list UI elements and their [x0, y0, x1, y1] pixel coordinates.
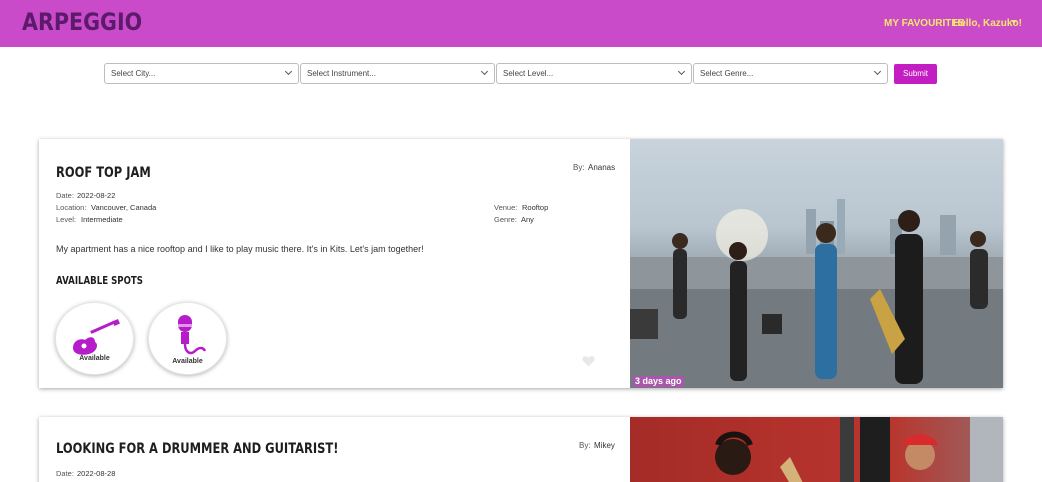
caret-down-icon[interactable] [1011, 20, 1017, 24]
level-label: Level: [56, 215, 77, 224]
microphone-icon [177, 315, 207, 355]
date-label: Date: [56, 191, 74, 200]
instrument-select[interactable]: Select Instrument... [300, 63, 495, 84]
spot-guitar[interactable]: Available [55, 302, 134, 375]
top-navbar: ARPEGGIO MY FAVOURITES Hello, Kazuko! [0, 0, 1042, 47]
location-value: Vancouver, Canada [91, 203, 157, 212]
guitar-icon [73, 318, 120, 355]
date-value: 2022-08-28 [77, 469, 116, 478]
venue-value: Rooftop [522, 203, 549, 212]
listing-photo: 3 days ago [630, 139, 1003, 388]
submit-button[interactable]: Submit [894, 64, 937, 84]
level-select-placeholder: Select Level... [503, 69, 554, 78]
heart-icon[interactable] [582, 355, 595, 367]
date-value: 2022-08-22 [77, 191, 116, 200]
level-select[interactable]: Select Level... [496, 63, 692, 84]
chevron-down-icon [677, 67, 686, 76]
listing-card[interactable]: LOOKING FOR A DRUMMER AND GUITARIST! By:… [39, 417, 1003, 482]
spot-status: Available [79, 355, 110, 362]
rooftop-band-illustration [630, 199, 1003, 388]
location-label: Location: [56, 203, 87, 212]
drummer-guitarist-illustration [630, 417, 1003, 482]
listing-author[interactable]: Mikey [594, 441, 615, 450]
listing-title[interactable]: ROOF TOP JAM [56, 165, 151, 181]
chevron-down-icon [873, 67, 882, 76]
chevron-down-icon [480, 67, 489, 76]
spot-status: Available [172, 358, 203, 365]
genre-value: Any [521, 215, 534, 224]
genre-select-placeholder: Select Genre... [700, 69, 754, 78]
posted-time-badge: 3 days ago [633, 376, 684, 387]
venue-label: Venue: [494, 203, 518, 212]
chevron-down-icon [284, 67, 293, 76]
instrument-select-placeholder: Select Instrument... [307, 69, 376, 78]
by-label: By: [573, 163, 585, 172]
listing-photo [630, 417, 1003, 482]
by-label: By: [579, 441, 591, 450]
level-value: Intermediate [81, 215, 123, 224]
genre-select[interactable]: Select Genre... [693, 63, 888, 84]
city-select[interactable]: Select City... [104, 63, 299, 84]
genre-label: Genre: [494, 215, 517, 224]
spot-microphone[interactable]: Available [148, 302, 227, 375]
available-spots-heading: AVAILABLE SPOTS [56, 275, 144, 287]
listing-title[interactable]: LOOKING FOR A DRUMMER AND GUITARIST! [56, 441, 338, 457]
date-label: Date: [56, 469, 74, 478]
brand-logo[interactable]: ARPEGGIO [22, 8, 142, 36]
listing-author[interactable]: Ananas [588, 163, 615, 172]
listing-card[interactable]: ROOF TOP JAM By: Ananas Date: 2022-08-22… [39, 139, 1003, 388]
city-select-placeholder: Select City... [111, 69, 156, 78]
listing-description: My apartment has a nice rooftop and I li… [56, 244, 424, 254]
